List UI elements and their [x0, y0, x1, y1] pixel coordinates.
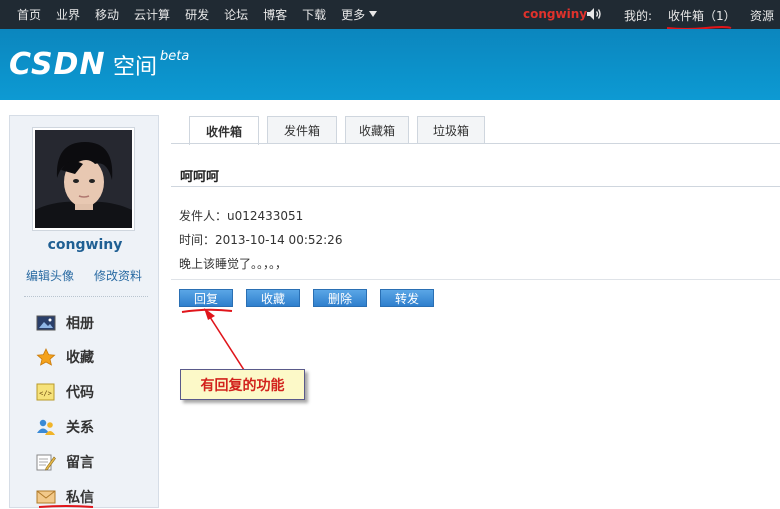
subject-divider: [171, 186, 780, 187]
speaker-icon[interactable]: [586, 7, 602, 21]
message-sender: 发件人：u012433051: [179, 209, 304, 223]
photo-album-icon: [36, 315, 56, 331]
sidebar-item-label: 代码: [66, 385, 94, 401]
top-nav-bar: 首页 业界 移动 云计算 研发 论坛 博客 下载 更多 congwiny 我的:…: [0, 0, 780, 30]
nav-home[interactable]: 首页: [17, 6, 41, 23]
nav-download[interactable]: 下载: [302, 6, 326, 23]
sidebar-item-code[interactable]: </> 代码: [36, 381, 94, 403]
nav-dev[interactable]: 研发: [185, 6, 209, 23]
nav-blog[interactable]: 博客: [263, 6, 287, 23]
message-time: 时间：2013-10-14 00:52:26: [179, 233, 343, 247]
sidebar-item-label: 关系: [66, 420, 94, 436]
sidebar-item-relations[interactable]: 关系: [36, 416, 94, 438]
tab-favorites[interactable]: 收藏箱: [345, 116, 409, 144]
message-subject: 呵呵呵: [180, 170, 220, 185]
logo-space-text: 空间: [113, 55, 158, 80]
edit-avatar-link[interactable]: 编辑头像: [26, 267, 74, 284]
chevron-down-icon: [369, 11, 378, 17]
tab-trash[interactable]: 垃圾箱: [417, 116, 485, 144]
avatar-photo: [35, 130, 132, 228]
red-underline-annotation: [38, 505, 94, 508]
avatar[interactable]: [35, 130, 132, 228]
sidebar-item-label: 收藏: [66, 350, 94, 366]
tab-inbox[interactable]: 收件箱: [189, 116, 259, 145]
nav-more-label: 更多: [341, 8, 366, 22]
main-nav: 首页 业界 移动 云计算 研发 论坛 博客 下载 更多: [17, 0, 392, 29]
csdn-logo[interactable]: CSDN: [9, 47, 106, 82]
tabs-divider: [171, 143, 780, 144]
sidebar-item-label: 相册: [66, 316, 94, 332]
sidebar-item-label: 留言: [66, 455, 94, 471]
svg-text:</>: </>: [39, 390, 52, 398]
nav-mobile[interactable]: 移动: [95, 6, 119, 23]
nav-cloud[interactable]: 云计算: [134, 6, 170, 23]
resources-link[interactable]: 资源: [750, 7, 774, 24]
nav-forum[interactable]: 论坛: [224, 6, 248, 23]
tab-sent[interactable]: 发件箱: [267, 116, 337, 144]
people-icon: [37, 419, 55, 435]
sidebar-item-album[interactable]: 相册: [36, 312, 94, 334]
code-icon: </>: [36, 383, 55, 401]
edit-profile-link[interactable]: 修改资料: [94, 267, 142, 284]
profile-username[interactable]: congwiny: [10, 237, 160, 253]
star-icon: [36, 348, 56, 366]
note-pencil-icon: [36, 454, 56, 471]
body-divider: [171, 279, 780, 280]
profile-sidebar: congwiny 编辑头像 修改资料 相册 收藏 </> 代码 关系 留言 私信: [9, 115, 159, 508]
mailbox-tabs: 收件箱 发件箱 收藏箱 垃圾箱: [189, 116, 493, 145]
site-header: CSDN 空间 beta: [0, 29, 780, 100]
mine-label: 我的:: [624, 9, 653, 23]
sidebar-divider: [24, 296, 148, 297]
reply-button[interactable]: 回复: [179, 289, 233, 307]
nav-more[interactable]: 更多: [341, 6, 378, 23]
forward-button[interactable]: 转发: [380, 289, 434, 307]
logo-beta-text: beta: [160, 49, 190, 64]
delete-button[interactable]: 删除: [313, 289, 367, 307]
inbox-link[interactable]: 收件箱（1）: [668, 7, 736, 24]
annotation-callout: 有回复的功能: [180, 369, 305, 400]
favorite-button[interactable]: 收藏: [246, 289, 300, 307]
message-body: 晚上该睡觉了。。，。，: [179, 257, 288, 271]
current-username[interactable]: congwiny: [523, 7, 587, 21]
sidebar-item-favorites[interactable]: 收藏: [36, 346, 94, 368]
red-arrow-annotation: [204, 308, 245, 371]
avatar-frame: [32, 127, 135, 231]
nav-industry[interactable]: 业界: [56, 6, 80, 23]
sidebar-item-messages-board[interactable]: 留言: [36, 451, 94, 473]
